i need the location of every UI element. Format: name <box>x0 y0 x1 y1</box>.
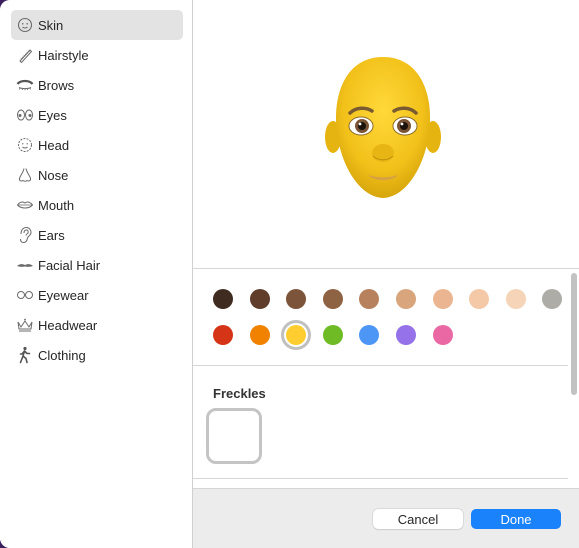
sidebar-item-label: Skin <box>38 17 64 33</box>
skin-color-swatch[interactable] <box>213 325 233 345</box>
skin-color-swatch[interactable] <box>469 289 490 309</box>
brow-icon <box>16 76 34 94</box>
sidebar-item-label: Headwear <box>38 317 98 333</box>
cancel-button[interactable]: Cancel <box>373 509 463 529</box>
sidebar-item-headwear[interactable]: Headwear <box>11 310 183 340</box>
skin-color-swatch[interactable] <box>359 325 380 345</box>
sidebar-item-skin[interactable]: Skin <box>11 10 183 40</box>
dialog-footer: Cancel Done <box>193 488 579 548</box>
sidebar-item-brows[interactable]: Brows <box>11 70 183 100</box>
sidebar-item-hairstyle[interactable]: Hairstyle <box>11 40 183 70</box>
skin-color-swatch[interactable] <box>396 289 416 309</box>
sidebar-item-label: Head <box>38 137 70 153</box>
eyes-icon <box>16 106 34 124</box>
sidebar-item-mouth[interactable]: Mouth <box>11 190 183 220</box>
skin-color-swatch[interactable] <box>322 325 343 345</box>
head-icon <box>16 136 34 154</box>
sidebar-item-eyes[interactable]: Eyes <box>11 100 183 130</box>
ear-icon <box>16 226 34 244</box>
skin-color-palette <box>193 269 568 366</box>
sidebar-item-label: Ears <box>38 227 65 243</box>
sidebar-item-ears[interactable]: Ears <box>11 220 183 250</box>
freckles-section: Freckles <box>193 366 568 479</box>
mustache-icon <box>16 256 34 274</box>
skin-color-swatch[interactable] <box>505 289 526 309</box>
sidebar-item-label: Clothing <box>38 347 86 363</box>
sidebar-item-head[interactable]: Head <box>11 130 183 160</box>
skin-color-swatch[interactable] <box>542 289 563 309</box>
memoji-avatar <box>325 57 441 198</box>
sidebar-item-label: Nose <box>38 167 69 183</box>
glasses-icon <box>16 286 34 304</box>
skin-color-swatch[interactable] <box>432 325 453 345</box>
main-panel: Freckles Cancel Done <box>193 0 579 548</box>
avatar-preview <box>193 0 579 269</box>
sidebar-item-label: Eyes <box>38 107 67 123</box>
scrollbar-thumb[interactable] <box>571 273 577 395</box>
face-icon <box>16 16 34 34</box>
sidebar-item-label: Brows <box>38 77 75 93</box>
sidebar-item-label: Eyewear <box>38 287 89 303</box>
freckles-option-none[interactable] <box>206 408 262 464</box>
skin-color-swatch[interactable] <box>213 289 233 309</box>
sidebar-item-nose[interactable]: Nose <box>11 160 183 190</box>
done-button[interactable]: Done <box>471 509 561 529</box>
comb-icon <box>16 46 34 64</box>
skin-color-swatch[interactable] <box>286 289 307 309</box>
sidebar: Skin Hairstyle Brows Eyes Head Nose Mout… <box>0 0 193 548</box>
sidebar-item-label: Hairstyle <box>38 47 89 63</box>
crown-icon <box>16 316 34 334</box>
nose-icon <box>16 166 34 184</box>
skin-color-swatch[interactable] <box>249 325 270 345</box>
skin-color-swatch[interactable] <box>359 289 380 309</box>
freckles-title: Freckles <box>213 386 266 401</box>
lips-icon <box>16 196 34 214</box>
person-walking-icon <box>16 346 34 364</box>
skin-color-swatch[interactable] <box>396 325 416 345</box>
skin-color-swatch[interactable] <box>322 289 343 309</box>
sidebar-item-label: Mouth <box>38 197 75 213</box>
memoji-editor-window: Skin Hairstyle Brows Eyes Head Nose Mout… <box>0 0 579 548</box>
sidebar-item-eyewear[interactable]: Eyewear <box>11 280 183 310</box>
skin-color-swatch[interactable] <box>249 289 270 309</box>
sidebar-item-label: Facial Hair <box>38 257 101 273</box>
skin-color-swatch[interactable] <box>432 289 453 309</box>
sidebar-item-facial-hair[interactable]: Facial Hair <box>11 250 183 280</box>
sidebar-item-clothing[interactable]: Clothing <box>11 340 183 370</box>
